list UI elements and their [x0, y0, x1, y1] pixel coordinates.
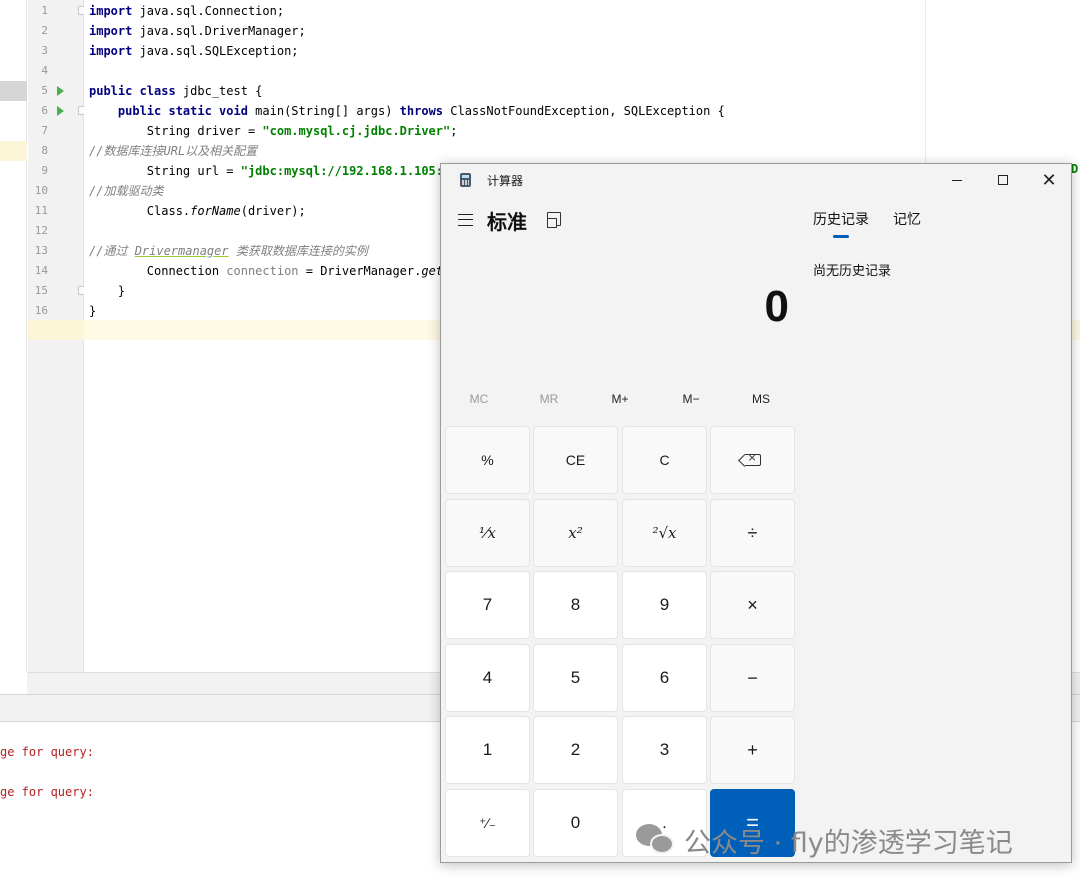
- console-line: ge for query:: [0, 785, 94, 799]
- console-line: ge for query:: [0, 745, 94, 759]
- digit-1-button[interactable]: 1: [445, 716, 530, 784]
- code-line: import java.sql.SQLException;: [89, 44, 299, 58]
- window-title: 计算器: [487, 174, 524, 188]
- wechat-icon: [636, 822, 676, 858]
- line-number: 14: [34, 264, 48, 277]
- subtract-button[interactable]: −: [710, 644, 795, 712]
- history-empty-message: 尚无历史记录: [813, 263, 892, 278]
- mode-title: 标准: [487, 212, 527, 234]
- memory-store-button[interactable]: MS: [726, 392, 796, 406]
- memory-subtract-button[interactable]: M−: [656, 392, 726, 406]
- code-line: public class jdbc_test {: [89, 84, 263, 98]
- square-button[interactable]: x²: [533, 499, 618, 567]
- line-number: 15: [34, 284, 48, 297]
- line-number: 12: [34, 224, 48, 237]
- project-panel-strip: [0, 0, 27, 672]
- clear-entry-button[interactable]: CE: [533, 426, 618, 494]
- digit-5-button[interactable]: 5: [533, 644, 618, 712]
- clear-button[interactable]: C: [622, 426, 707, 494]
- watermark-text: 公众号 · fly的渗透学习笔记: [684, 827, 1013, 859]
- add-button[interactable]: +: [710, 716, 795, 784]
- memory-add-button[interactable]: M+: [585, 392, 655, 406]
- code-line: import java.sql.Connection;: [89, 4, 285, 18]
- line-number: 10: [34, 184, 48, 197]
- tab-memory[interactable]: 记忆: [893, 209, 921, 229]
- square-root-button[interactable]: ²√x: [622, 499, 707, 567]
- line-number: 5: [41, 84, 48, 97]
- code-line: String driver = "com.mysql.cj.jdbc.Drive…: [89, 124, 458, 138]
- backspace-button[interactable]: [710, 426, 795, 494]
- close-icon: ✕: [1041, 169, 1057, 190]
- code-overflow-text: D: [1071, 162, 1079, 176]
- code-line: public static void main(String[] args) t…: [89, 104, 725, 118]
- line-number: 11: [34, 204, 48, 217]
- multiply-button[interactable]: ×: [710, 571, 795, 639]
- code-line: String url = "jdbc:mysql://192.168.1.105…: [89, 164, 451, 178]
- digit-7-button[interactable]: 7: [445, 571, 530, 639]
- memory-recall-button[interactable]: MR: [514, 392, 584, 406]
- calculator-window: 计算器 ✕ 标准 0 MC MR M+ M− MS % CE C ¹⁄x x² …: [440, 163, 1072, 863]
- watermark: 公众号 · fly的渗透学习笔记: [636, 820, 1013, 860]
- code-line: //加载驱动类: [89, 184, 164, 198]
- line-number: 1: [41, 4, 48, 17]
- line-number: 9: [41, 164, 48, 177]
- minimize-button[interactable]: [934, 164, 980, 196]
- code-line: }: [89, 304, 97, 318]
- percent-button[interactable]: %: [445, 426, 530, 494]
- keep-on-top-icon[interactable]: [547, 212, 561, 228]
- code-line: //通过 Drivermanager 类获取数据库连接的实例: [89, 244, 368, 258]
- square-root-label: ²√x: [652, 524, 677, 542]
- reciprocal-button[interactable]: ¹⁄x: [445, 499, 530, 567]
- reciprocal-label: ¹⁄x: [479, 524, 496, 542]
- negate-button[interactable]: ⁺∕₋: [445, 789, 530, 857]
- run-class-icon[interactable]: [57, 86, 64, 96]
- digit-9-button[interactable]: 9: [622, 571, 707, 639]
- current-line-gutter: [28, 320, 84, 340]
- minimize-icon: [952, 179, 962, 181]
- digit-8-button[interactable]: 8: [533, 571, 618, 639]
- code-line: }: [89, 284, 126, 298]
- code-line: import java.sql.DriverManager;: [89, 24, 306, 38]
- hamburger-menu-icon[interactable]: [458, 214, 473, 226]
- caret-row-highlight: [0, 141, 27, 161]
- run-main-icon[interactable]: [57, 106, 64, 116]
- line-number: 13: [34, 244, 48, 257]
- line-number: 6: [41, 104, 48, 117]
- digit-6-button[interactable]: 6: [622, 644, 707, 712]
- memory-clear-button[interactable]: MC: [444, 392, 514, 406]
- title-bar[interactable]: 计算器 ✕: [441, 164, 1071, 196]
- calculator-app-icon: [460, 173, 471, 187]
- tab-history[interactable]: 历史记录: [813, 209, 869, 229]
- code-line: Class.forName(driver);: [89, 204, 306, 218]
- maximize-button[interactable]: [980, 164, 1026, 196]
- tab-history-indicator: [833, 235, 849, 238]
- line-number: 16: [34, 304, 48, 317]
- line-number: 3: [41, 44, 48, 57]
- close-button[interactable]: ✕: [1026, 164, 1071, 196]
- calculator-display: 0: [764, 282, 789, 331]
- digit-3-button[interactable]: 3: [622, 716, 707, 784]
- line-number: 2: [41, 24, 48, 37]
- divide-button[interactable]: ÷: [710, 499, 795, 567]
- line-number: 8: [41, 144, 48, 157]
- code-line: //数据库连接URL以及相关配置: [89, 144, 258, 158]
- digit-4-button[interactable]: 4: [445, 644, 530, 712]
- digit-2-button[interactable]: 2: [533, 716, 618, 784]
- digit-0-button[interactable]: 0: [533, 789, 618, 857]
- code-line: Connection connection = DriverManager.ge…: [89, 264, 458, 278]
- maximize-icon: [998, 175, 1008, 185]
- line-number: 7: [41, 124, 48, 137]
- square-label: x²: [568, 524, 583, 542]
- backspace-icon: [744, 451, 761, 466]
- selected-row-highlight: [0, 81, 27, 101]
- line-number: 4: [41, 64, 48, 77]
